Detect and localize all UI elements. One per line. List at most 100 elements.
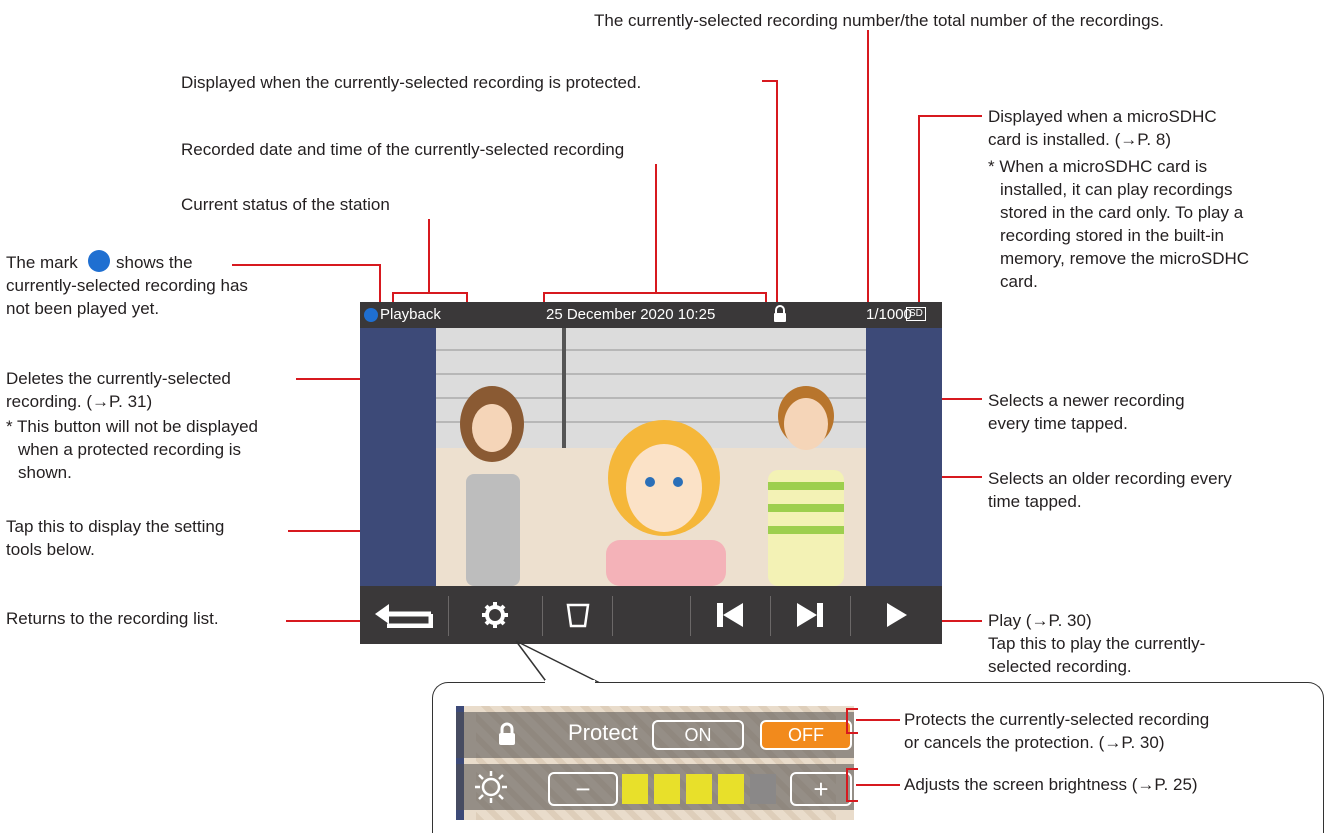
leader-bracket-protect-bottom — [846, 732, 858, 734]
brightness-segment — [622, 774, 648, 804]
leader-bracket-brightness-top — [846, 768, 858, 770]
status-bar: Playback 25 December 2020 10:25 1/1000 S… — [360, 302, 942, 328]
annotation-sd-note-4: recording stored in the built-in — [1000, 226, 1224, 245]
settings-button[interactable] — [450, 586, 540, 644]
recording-counter: 1/1000 — [866, 306, 912, 323]
skip-next-icon — [797, 603, 823, 627]
annotation-settings-1: Tap this to display the setting — [6, 517, 225, 536]
gear-icon — [482, 602, 508, 628]
skip-previous-icon — [717, 603, 743, 627]
annotation-sd-2: card is installed. (→P. 8) — [988, 130, 1171, 149]
brightness-increase-button[interactable]: + — [790, 772, 852, 806]
person-left — [456, 384, 526, 586]
back-button[interactable] — [360, 586, 446, 644]
leader-line-sd-v — [918, 115, 920, 302]
older-recording-button[interactable] — [772, 586, 848, 644]
play-button[interactable] — [852, 586, 942, 644]
brightness-segment — [750, 774, 776, 804]
leader-line-protected-v — [776, 80, 778, 302]
annotation-protect-2: or cancels the protection. (→P. 30) — [904, 733, 1165, 752]
annotation-status: Current status of the station — [181, 195, 390, 214]
lock-icon — [496, 722, 518, 751]
camera-image — [360, 328, 942, 586]
person-center — [586, 414, 736, 586]
side-panel-left — [360, 328, 436, 586]
leader-line-brightness — [856, 784, 900, 786]
annotation-protected: Displayed when the currently-selected re… — [181, 73, 642, 92]
separator — [850, 596, 851, 636]
leader-line-protect — [856, 719, 900, 721]
annotation-sd-note-3: stored in the card only. To play a — [1000, 203, 1244, 222]
annotation-mark-2: currently-selected recording has — [6, 276, 248, 295]
control-bar — [360, 586, 942, 644]
unplayed-mark-icon — [364, 308, 378, 322]
leader-bracket-status — [392, 292, 468, 294]
annotation-newer-1: Selects a newer recording — [988, 391, 1185, 410]
leader-line-counter — [867, 30, 869, 302]
separator — [770, 596, 771, 636]
play-icon — [887, 603, 907, 627]
separator — [448, 596, 449, 636]
leader-line-datetime — [655, 164, 657, 294]
annotation-recording-number: The currently-selected recording number/… — [594, 11, 1164, 30]
leader-bracket-brightness-bottom — [846, 800, 858, 802]
settings-panel: Protect ON OFF − + — [456, 706, 854, 820]
protect-off-button[interactable]: OFF — [760, 720, 852, 750]
delete-button[interactable] — [544, 586, 612, 644]
annotation-older-1: Selects an older recording every — [988, 469, 1232, 488]
protect-on-button[interactable]: ON — [652, 720, 744, 750]
leader-bracket-protect-top — [846, 708, 858, 710]
leader-line-mark-v — [379, 264, 381, 304]
annotation-newer-2: every time tapped. — [988, 414, 1128, 433]
annotation-sd-note-1: * When a microSDHC card is — [988, 157, 1208, 176]
trash-icon — [566, 603, 590, 628]
annotation-mark-1a: The mark — [6, 253, 78, 272]
sd-card-icon: SD — [906, 307, 926, 321]
leader-bracket-datetime — [543, 292, 767, 294]
back-arrow-icon — [375, 604, 433, 628]
callout-gap — [545, 680, 595, 686]
annotation-delete-note-2: when a protected recording is — [18, 440, 242, 459]
annotation-delete-note-1: * This button will not be displayed — [6, 417, 259, 436]
intercom-screen: Playback 25 December 2020 10:25 1/1000 S… — [360, 302, 942, 644]
annotation-sd-note-6: card. — [1000, 272, 1038, 291]
annotation-mark-1b: shows the — [116, 253, 193, 272]
sun-icon — [474, 770, 508, 809]
brightness-segment — [718, 774, 744, 804]
annotation-delete-1: Deletes the currently-selected — [6, 369, 231, 388]
annotation-settings-2: tools below. — [6, 540, 95, 559]
newer-recording-button[interactable] — [692, 586, 768, 644]
leader-line-sd — [918, 115, 982, 117]
annotation-mark-3: not been played yet. — [6, 299, 160, 318]
brightness-segment — [654, 774, 680, 804]
lock-icon — [772, 305, 788, 327]
recording-datetime: 25 December 2020 10:25 — [546, 306, 716, 323]
annotation-brightness: Adjusts the screen brightness (→P. 25) — [904, 775, 1198, 794]
leader-line-return — [286, 620, 370, 622]
unplayed-mark-icon — [88, 250, 110, 272]
annotation-sd-1: Displayed when a microSDHC — [988, 107, 1217, 126]
brightness-segment — [686, 774, 712, 804]
protect-label: Protect — [568, 720, 638, 745]
separator — [690, 596, 691, 636]
annotation-play-1: Play (→P. 30) — [988, 611, 1092, 630]
brightness-level — [622, 774, 776, 804]
annotation-sd-note-5: memory, remove the microSDHC — [1000, 249, 1250, 268]
leader-line-status — [428, 219, 430, 294]
leader-line-mark — [232, 264, 380, 266]
annotation-protect-1: Protects the currently-selected recordin… — [904, 710, 1210, 729]
annotation-sd-note-2: installed, it can play recordings — [1000, 180, 1233, 199]
annotation-delete-note-3: shown. — [18, 463, 72, 482]
side-panel-right — [866, 328, 942, 586]
separator — [612, 596, 613, 636]
brightness-decrease-button[interactable]: − — [548, 772, 618, 806]
annotation-play-3: selected recording. — [988, 657, 1132, 676]
separator — [542, 596, 543, 636]
annotation-older-2: time tapped. — [988, 492, 1082, 511]
person-right — [760, 382, 856, 586]
leader-bracket-brightness — [846, 768, 848, 802]
annotation-delete-2: recording. (→P. 31) — [6, 392, 153, 411]
status-text: Playback — [380, 306, 441, 323]
annotation-return: Returns to the recording list. — [6, 609, 219, 628]
annotation-play-2: Tap this to play the currently- — [988, 634, 1206, 653]
